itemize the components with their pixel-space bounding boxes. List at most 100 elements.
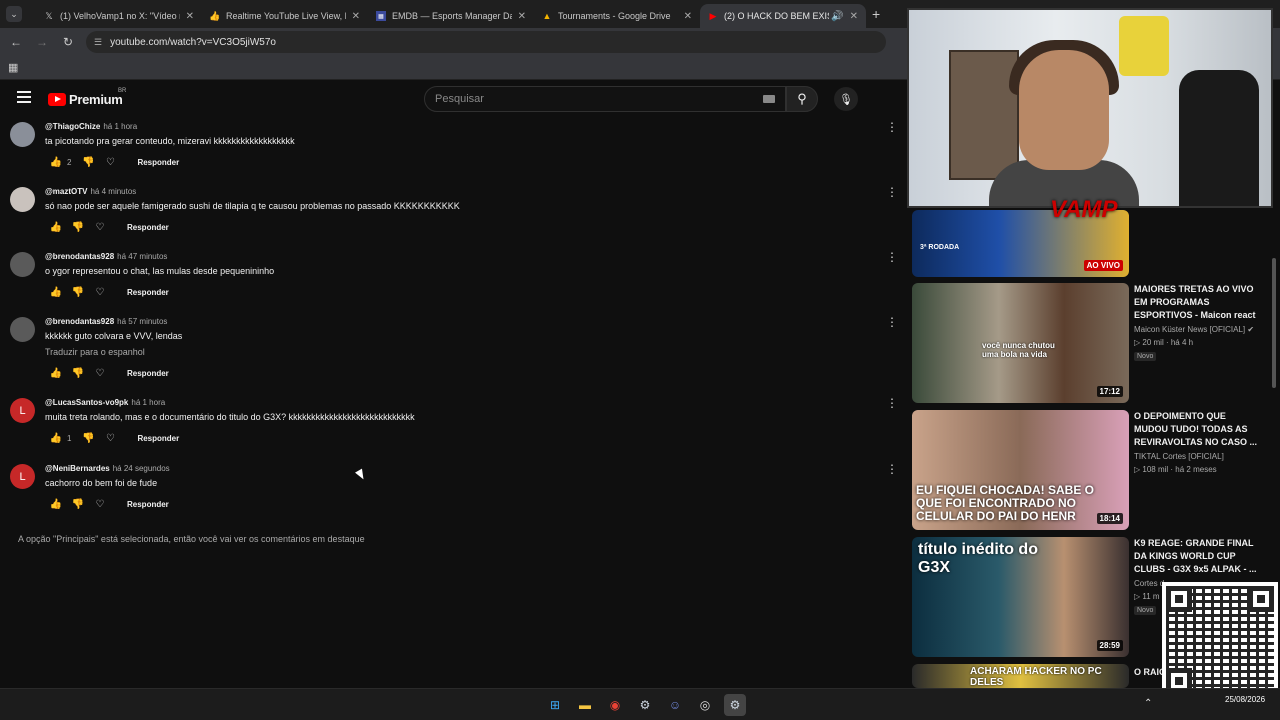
dislike-icon[interactable]: 👎 <box>67 222 89 233</box>
author-name[interactable]: @brenodantas928 <box>45 317 114 326</box>
tab-realtime-youtube[interactable]: 👍 Realtime YouTube Live View, Li ✕ <box>202 4 368 28</box>
author-name[interactable]: @NeniBernardes <box>45 464 110 473</box>
avatar[interactable] <box>10 187 35 212</box>
windows-start-icon[interactable]: ⊞ <box>544 694 566 716</box>
tab-emdb[interactable]: ▦ EMDB — Esports Manager Dat ✕ <box>368 4 534 28</box>
steam-app-icon[interactable]: ⚙ <box>724 694 746 716</box>
close-tab-icon[interactable]: ✕ <box>850 11 858 22</box>
dislike-icon[interactable]: 👎 <box>67 287 89 298</box>
tray-chevron-icon[interactable]: ⌃ <box>1144 698 1152 709</box>
avatar[interactable]: L <box>10 398 35 423</box>
related-video[interactable]: você nunca chutou uma bola na vida 17:12… <box>912 283 1272 403</box>
comment-author[interactable]: @brenodantas928 há 57 minutos <box>45 317 167 326</box>
keyboard-icon[interactable] <box>763 95 775 103</box>
video-title[interactable]: K9 REAGE: GRANDE FINAL DA KINGS WORLD CU… <box>1134 537 1262 576</box>
comment-time[interactable]: há 4 minutos <box>90 187 136 196</box>
tab-search-icon[interactable]: ⌄ <box>6 6 22 22</box>
tab-velhovamp[interactable]: 𝕏 (1) VelhoVamp1 no X: "Vídeo n ✕ <box>36 4 202 28</box>
close-tab-icon[interactable]: ✕ <box>186 11 194 22</box>
more-options-icon[interactable]: ⋮ <box>886 315 898 329</box>
like-icon[interactable]: 👍 <box>45 368 67 379</box>
reply-button[interactable]: Responder <box>137 434 179 443</box>
url-field[interactable]: ☰ youtube.com/watch?v=VC3O5jiW57o <box>86 31 886 53</box>
channel-name[interactable]: Maicon Küster News [OFICIAL] ✔ <box>1134 325 1254 334</box>
avatar[interactable] <box>10 252 35 277</box>
site-info-icon[interactable]: ☰ <box>94 37 102 48</box>
like-icon[interactable]: 👍 <box>45 287 67 298</box>
comment-author[interactable]: @NeniBernardes há 24 segundos <box>45 464 170 473</box>
reply-button[interactable]: Responder <box>127 223 169 232</box>
related-video[interactable]: EU FIQUEI CHOCADA! SABE O QUE FOI ENCONT… <box>912 410 1272 530</box>
comment-author[interactable]: @ThiagoChize há 1 hora <box>45 122 137 131</box>
comment-time[interactable]: há 24 segundos <box>113 464 170 473</box>
video-thumbnail[interactable]: EU FIQUEI CHOCADA! SABE O QUE FOI ENCONT… <box>912 410 1129 530</box>
heart-icon[interactable]: ♡ <box>89 368 111 379</box>
new-tab-button[interactable]: + <box>872 6 880 22</box>
speaker-icon[interactable]: 🔊 <box>831 11 843 22</box>
close-tab-icon[interactable]: ✕ <box>352 11 360 22</box>
translate-link[interactable]: Traduzir para o espanhol <box>45 347 145 357</box>
like-icon[interactable]: 👍 <box>45 222 67 233</box>
author-name[interactable]: @brenodantas928 <box>45 252 114 261</box>
comment-author[interactable]: @LucasSantos-vo9pk há 1 hora <box>45 398 165 407</box>
channel-name[interactable]: Cortes d <box>1134 579 1164 588</box>
more-options-icon[interactable]: ⋮ <box>886 396 898 410</box>
channel-name[interactable]: TIKTAL Cortes [OFICIAL] <box>1134 452 1224 461</box>
close-tab-icon[interactable]: ✕ <box>684 11 692 22</box>
heart-icon[interactable]: ♡ <box>99 157 121 168</box>
like-icon[interactable]: 👍 <box>45 499 67 510</box>
avatar[interactable]: L <box>10 464 35 489</box>
dislike-icon[interactable]: 👎 <box>67 368 89 379</box>
author-name[interactable]: @maztOTV <box>45 187 87 196</box>
heart-icon[interactable]: ♡ <box>89 287 111 298</box>
dislike-icon[interactable]: 👎 <box>77 157 99 168</box>
tab-google-drive[interactable]: ▲ Tournaments - Google Drive ✕ <box>534 4 700 28</box>
avatar[interactable] <box>10 122 35 147</box>
forward-icon[interactable]: → <box>30 35 54 49</box>
dislike-icon[interactable]: 👎 <box>67 499 89 510</box>
reply-button[interactable]: Responder <box>127 288 169 297</box>
comment-time[interactable]: há 1 hora <box>103 122 137 131</box>
heart-icon[interactable]: ♡ <box>99 433 121 444</box>
sidebar-scrollbar[interactable] <box>1272 258 1276 388</box>
search-button[interactable]: ⚲ <box>786 86 818 112</box>
more-options-icon[interactable]: ⋮ <box>886 250 898 264</box>
author-name[interactable]: @ThiagoChize <box>45 122 100 131</box>
comment-author[interactable]: @maztOTV há 4 minutos <box>45 187 136 196</box>
more-options-icon[interactable]: ⋮ <box>886 120 898 134</box>
video-title[interactable]: MAIORES TRETAS AO VIVO EM PROGRAMAS ESPO… <box>1134 283 1262 322</box>
avatar[interactable] <box>10 317 35 342</box>
comment-author[interactable]: @brenodantas928 há 47 minutos <box>45 252 167 261</box>
heart-icon[interactable]: ♡ <box>89 499 111 510</box>
comment-time[interactable]: há 57 minutos <box>117 317 167 326</box>
reply-button[interactable]: Responder <box>127 369 169 378</box>
chrome-icon[interactable]: ◉ <box>604 694 626 716</box>
steam-icon[interactable]: ⚙ <box>634 694 656 716</box>
video-thumbnail[interactable]: você nunca chutou uma bola na vida 17:12 <box>912 283 1129 403</box>
close-tab-icon[interactable]: ✕ <box>518 11 526 22</box>
tab-youtube-active[interactable]: ▶ (2) O HACK DO BEM EXIST 🔊 ✕ <box>700 4 866 28</box>
apps-grid-icon[interactable]: ▦ <box>8 61 18 74</box>
like-icon[interactable]: 👍 <box>45 433 67 444</box>
file-explorer-icon[interactable]: ▬ <box>574 694 596 716</box>
like-icon[interactable]: 👍 <box>45 157 67 168</box>
reload-icon[interactable]: ↻ <box>56 35 80 49</box>
reply-button[interactable]: Responder <box>137 158 179 167</box>
back-icon[interactable]: ← <box>4 35 28 49</box>
video-title[interactable]: O DEPOIMENTO QUE MUDOU TUDO! TODAS AS RE… <box>1134 410 1262 449</box>
menu-icon[interactable] <box>17 91 31 103</box>
discord-icon[interactable]: ☺ <box>664 694 686 716</box>
voice-search-button[interactable]: 🎙 <box>834 87 858 111</box>
taskbar-clock[interactable]: 25/08/2026 <box>1225 694 1265 705</box>
author-name[interactable]: @LucasSantos-vo9pk <box>45 398 128 407</box>
channel-label[interactable]: Maicon Küster News [OFICIAL] <box>1134 325 1245 334</box>
comment-time[interactable]: há 47 minutos <box>117 252 167 261</box>
search-input[interactable]: Pesquisar <box>424 86 786 112</box>
obs-icon[interactable]: ◎ <box>694 694 716 716</box>
dislike-icon[interactable]: 👎 <box>77 433 99 444</box>
more-options-icon[interactable]: ⋮ <box>886 462 898 476</box>
reply-button[interactable]: Responder <box>127 500 169 509</box>
comment-time[interactable]: há 1 hora <box>131 398 165 407</box>
video-thumbnail[interactable]: ACHARAM HACKER NO PC DELES <box>912 664 1129 688</box>
youtube-logo[interactable]: Premium BR <box>48 88 126 107</box>
